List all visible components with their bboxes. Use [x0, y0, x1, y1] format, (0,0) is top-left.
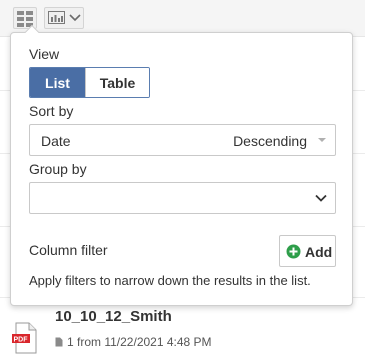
- view-label: View: [29, 46, 60, 62]
- chart-view-icon: [48, 11, 65, 24]
- chevron-down-icon: [315, 194, 327, 202]
- item-meta-text: 1 from 11/22/2021 4:48 PM: [67, 335, 212, 349]
- view-segmented-control: List Table: [29, 67, 150, 98]
- view-options-button[interactable]: [44, 7, 84, 29]
- item-title[interactable]: 10_10_12_Smith: [55, 308, 172, 325]
- pdf-type-text: PDF: [14, 337, 29, 344]
- sort-by-select[interactable]: Date Descending: [29, 124, 336, 156]
- sort-order-value[interactable]: Descending: [233, 133, 307, 149]
- group-by-select[interactable]: [29, 182, 336, 214]
- plus-circle-icon: [286, 244, 301, 259]
- sort-by-label: Sort by: [29, 103, 74, 119]
- view-table-button[interactable]: Table: [85, 68, 149, 97]
- page: View List Table Sort by Date Descending …: [0, 0, 365, 358]
- add-filter-button[interactable]: Add: [279, 235, 336, 267]
- chevron-down-icon: [69, 14, 81, 22]
- caret-down-icon: [318, 138, 326, 142]
- list-item[interactable]: PDF 10_10_12_Smith 1 from 11/22/2021 4:4…: [0, 308, 365, 358]
- group-by-label: Group by: [29, 161, 87, 177]
- view-options-popup: View List Table Sort by Date Descending …: [10, 24, 353, 306]
- filter-hint-text: Apply filters to narrow down the results…: [29, 273, 311, 288]
- item-meta: 1 from 11/22/2021 4:48 PM: [55, 335, 212, 349]
- document-icon: [55, 337, 63, 347]
- column-filter-label: Column filter: [29, 242, 108, 258]
- view-list-button[interactable]: List: [30, 68, 85, 97]
- sort-field-value: Date: [41, 133, 71, 149]
- pdf-file-icon: PDF: [12, 322, 37, 354]
- add-filter-label: Add: [305, 244, 333, 260]
